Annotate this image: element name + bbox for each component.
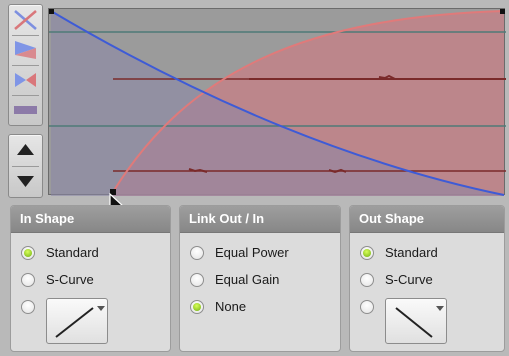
fade-shape-buttons [8, 4, 43, 126]
fade-out-button[interactable] [10, 66, 41, 94]
link-equal-gain-radio[interactable] [190, 273, 204, 287]
out-shape-title: Out Shape [350, 206, 504, 233]
out-shape-panel: Out Shape Standard S-Curve [349, 205, 505, 352]
out-shape-custom-option[interactable] [360, 298, 380, 318]
out-shape-standard-radio[interactable] [360, 246, 374, 260]
arrow-down-icon [17, 176, 34, 187]
chevron-down-icon [436, 306, 444, 311]
fade-in-start-handle[interactable] [49, 9, 54, 14]
link-equal-gain-option[interactable]: Equal Gain [190, 271, 330, 291]
fade-in-icon [15, 41, 36, 59]
link-none-option[interactable]: None [190, 298, 330, 318]
nudge-buttons [8, 134, 43, 198]
fade-in-button[interactable] [10, 36, 41, 64]
link-none-label: None [215, 299, 247, 314]
in-shape-standard-label: Standard [46, 245, 99, 260]
linear-falling-curve-icon [395, 307, 433, 338]
out-shape-scurve-option[interactable]: S-Curve [360, 271, 495, 291]
out-shape-scurve-radio[interactable] [360, 273, 374, 287]
link-equal-power-label: Equal Power [215, 245, 289, 260]
in-shape-standard-radio[interactable] [21, 246, 35, 260]
out-shape-standard-option[interactable]: Standard [360, 244, 495, 264]
link-equal-gain-label: Equal Gain [215, 272, 280, 287]
in-shape-custom-option[interactable] [21, 298, 41, 318]
in-shape-title: In Shape [11, 206, 170, 233]
in-shape-custom-radio[interactable] [21, 300, 35, 314]
out-shape-scurve-label: S-Curve [385, 272, 433, 287]
in-shape-standard-option[interactable]: Standard [21, 244, 161, 264]
link-panel: Link Out / In Equal Power Equal Gain Non… [179, 205, 341, 352]
fade-bar-icon [14, 106, 37, 114]
chevron-down-icon [97, 306, 105, 311]
nudge-down-button[interactable] [10, 167, 41, 195]
out-shape-standard-label: Standard [385, 245, 438, 260]
in-shape-scurve-label: S-Curve [46, 272, 94, 287]
link-none-radio[interactable] [190, 300, 204, 314]
fade-out-icon [15, 73, 36, 87]
in-shape-panel: In Shape Standard S-Curve [10, 205, 171, 352]
link-title: Link Out / In [180, 206, 340, 233]
out-shape-curve-dropdown[interactable] [385, 298, 447, 344]
fade-bar-button[interactable] [10, 96, 41, 124]
crossfade-cross-icon [14, 10, 37, 30]
crossfade-graph[interactable] [48, 8, 506, 196]
nudge-up-button[interactable] [10, 136, 41, 164]
crossfade-button[interactable] [10, 6, 41, 34]
linear-rising-curve-icon [55, 307, 94, 338]
fade-end-handle[interactable] [500, 9, 505, 14]
in-shape-curve-dropdown[interactable] [46, 298, 108, 344]
in-shape-scurve-radio[interactable] [21, 273, 35, 287]
link-equal-power-option[interactable]: Equal Power [190, 244, 330, 264]
arrow-up-icon [17, 144, 34, 155]
out-shape-custom-radio[interactable] [360, 300, 374, 314]
fade-toolbar [4, 4, 44, 198]
in-shape-scurve-option[interactable]: S-Curve [21, 271, 161, 291]
link-equal-power-radio[interactable] [190, 246, 204, 260]
